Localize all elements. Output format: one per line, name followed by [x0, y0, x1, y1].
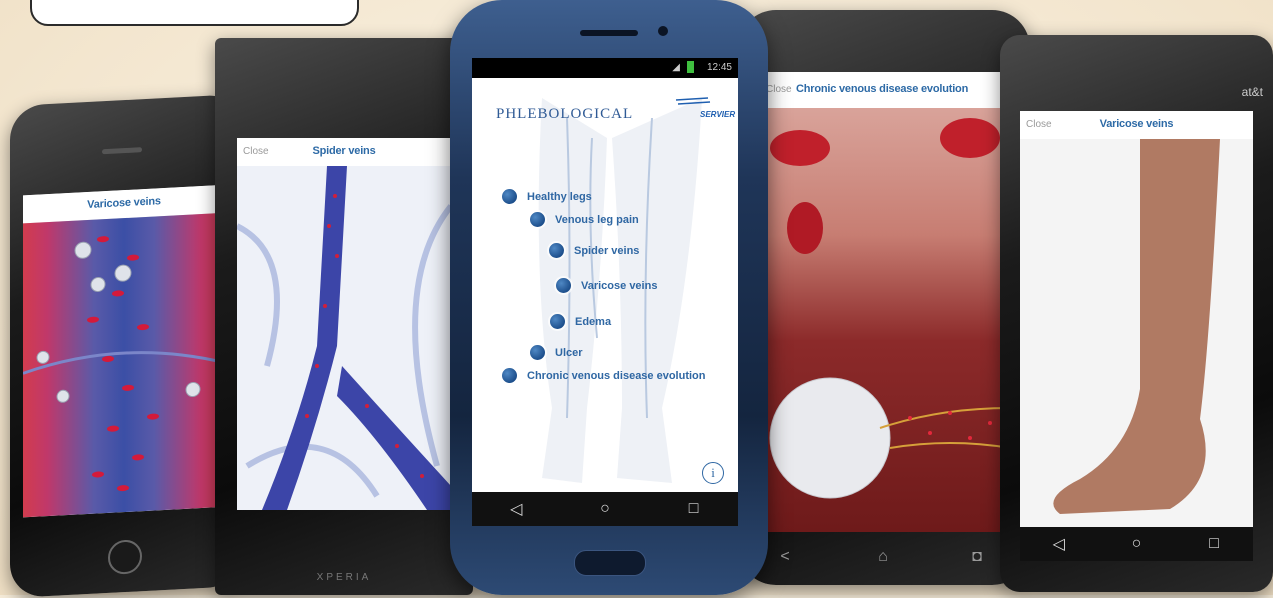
- screen-title: Varicose veins: [87, 195, 161, 212]
- earpiece: [580, 30, 638, 36]
- status-bar: ◢ 12:45: [472, 58, 738, 78]
- recents-icon[interactable]: ◘: [966, 546, 988, 568]
- galaxy-device: ◢ 12:45 PHLEBOLOGICAL SERVIER Healthy le…: [450, 0, 768, 595]
- menu-label: Varicose veins: [581, 279, 658, 292]
- spider-veins-illustration: [237, 166, 451, 510]
- galaxy-screen: ◢ 12:45 PHLEBOLOGICAL SERVIER Healthy le…: [472, 58, 738, 526]
- htc-header: Close Chronic venous disease evolution: [760, 72, 1010, 109]
- menu-label: Chronic venous disease evolution: [527, 369, 706, 382]
- app-name: PHLEBOLOGICAL: [496, 106, 634, 122]
- menu-label: Spider veins: [574, 244, 640, 257]
- menu-dot-icon: [556, 278, 571, 293]
- signal-icon: ◢: [672, 62, 680, 73]
- recents-square-icon[interactable]: □: [683, 498, 705, 520]
- screen-title: Spider veins: [312, 145, 376, 157]
- menu-label: Edema: [575, 315, 612, 328]
- carrier-logo: at&t: [1241, 85, 1263, 99]
- blood-cells-svg: [23, 236, 225, 492]
- menu-item-varicose-veins[interactable]: Varicose veins: [556, 278, 657, 293]
- menu-item-edema[interactable]: Edema: [550, 314, 611, 329]
- menu-dot-icon: [550, 314, 565, 329]
- menu-dot-icon: [502, 189, 517, 204]
- att-device: at&t Close Varicose veins ◁ ○ □: [1000, 35, 1273, 592]
- close-link[interactable]: Close: [766, 84, 792, 95]
- att-header: Close Varicose veins: [1020, 111, 1253, 140]
- galaxy-home-button[interactable]: [574, 550, 646, 576]
- iphone-device: Varicose veins: [10, 93, 242, 598]
- clock: 12:45: [706, 62, 732, 73]
- htc-device: Close Chronic venous disease evolution <…: [738, 10, 1030, 585]
- menu-item-chronic-venous-disease-evolution[interactable]: Chronic venous disease evolution: [502, 368, 706, 383]
- xperia-screen: Close Spider veins: [237, 138, 451, 510]
- xperia-header: Close Spider veins: [237, 138, 451, 167]
- app-body: PHLEBOLOGICAL SERVIER Healthy legs Venou…: [472, 78, 738, 492]
- back-triangle-icon[interactable]: ◁: [1048, 533, 1070, 555]
- menu-dot-icon: [549, 243, 564, 258]
- xperia-brand-text: XPERIA: [316, 572, 372, 583]
- menu-item-spider-veins[interactable]: Spider veins: [549, 243, 639, 258]
- foot-svg: [1053, 139, 1220, 514]
- menu-dot-icon: [502, 368, 517, 383]
- galaxy-navbar: ◁ ○ □: [472, 492, 738, 526]
- back-triangle-icon[interactable]: ◁: [505, 498, 527, 520]
- menu-item-healthy-legs[interactable]: Healthy legs: [502, 189, 592, 204]
- screen-title: Varicose veins: [1099, 118, 1174, 130]
- iphone-screen: Varicose veins: [23, 184, 225, 518]
- menu-label: Healthy legs: [527, 190, 592, 203]
- cells-svg: [769, 118, 1010, 499]
- home-icon[interactable]: ⌂: [872, 546, 894, 568]
- menu-label: Ulcer: [555, 346, 583, 359]
- servier-logo-icon: [672, 94, 712, 110]
- veins-svg: [237, 166, 451, 510]
- servier-logo-text: SERVIER: [700, 110, 736, 119]
- speech-bubble-frame: [30, 0, 359, 26]
- vessel-wall-illustration: [760, 108, 1010, 532]
- home-circle-icon[interactable]: ○: [594, 498, 616, 520]
- battery-icon: [687, 61, 694, 73]
- info-icon[interactable]: i: [702, 462, 724, 484]
- att-navbar: ◁ ○ □: [1020, 527, 1253, 561]
- menu-item-ulcer[interactable]: Ulcer: [530, 345, 583, 360]
- menu-dot-icon: [530, 212, 545, 227]
- home-button[interactable]: [108, 539, 142, 575]
- xperia-device: Close Spider veins XPERIA: [215, 38, 473, 595]
- back-icon[interactable]: <: [774, 546, 796, 568]
- menu-label: Venous leg pain: [555, 213, 639, 226]
- screen-title: Chronic venous disease evolution: [796, 83, 969, 95]
- foot-illustration: [1020, 139, 1253, 527]
- menu-dot-icon: [530, 345, 545, 360]
- att-screen: Close Varicose veins ◁ ○ □: [1020, 111, 1253, 561]
- recents-square-icon[interactable]: □: [1203, 533, 1225, 555]
- menu-item-venous-leg-pain[interactable]: Venous leg pain: [530, 212, 639, 227]
- front-camera: [658, 26, 668, 36]
- vein-cross-section-illustration: [23, 212, 225, 518]
- speaker-slot: [102, 147, 142, 155]
- home-circle-icon[interactable]: ○: [1125, 533, 1147, 555]
- htc-screen: Close Chronic venous disease evolution: [760, 72, 1010, 532]
